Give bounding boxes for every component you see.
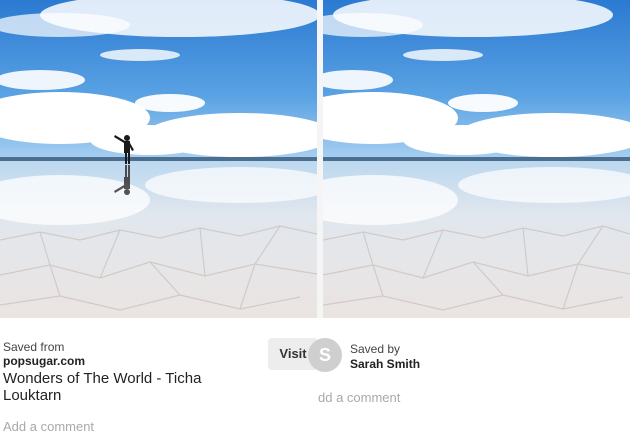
add-comment-input-left[interactable]: Add a comment — [3, 419, 94, 434]
salt-flat-photo-right — [323, 0, 630, 318]
avatar[interactable]: S — [308, 338, 342, 372]
saved-by-user-link[interactable]: Sarah Smith — [350, 357, 420, 371]
saved-from-label: Saved from — [3, 340, 65, 354]
pin-image-right[interactable] — [323, 0, 630, 318]
pin-compare-view: Saved from popsugar.com Wonders of The W… — [0, 0, 630, 448]
pin-image-left[interactable] — [0, 0, 317, 318]
salt-flat-photo-left — [0, 0, 317, 318]
saved-by-label: Saved by — [350, 342, 401, 356]
add-comment-input-right[interactable]: dd a comment — [318, 390, 400, 405]
source-link[interactable]: popsugar.com — [3, 354, 85, 368]
pin-title: Wonders of The World - Ticha Louktarn — [3, 370, 202, 404]
